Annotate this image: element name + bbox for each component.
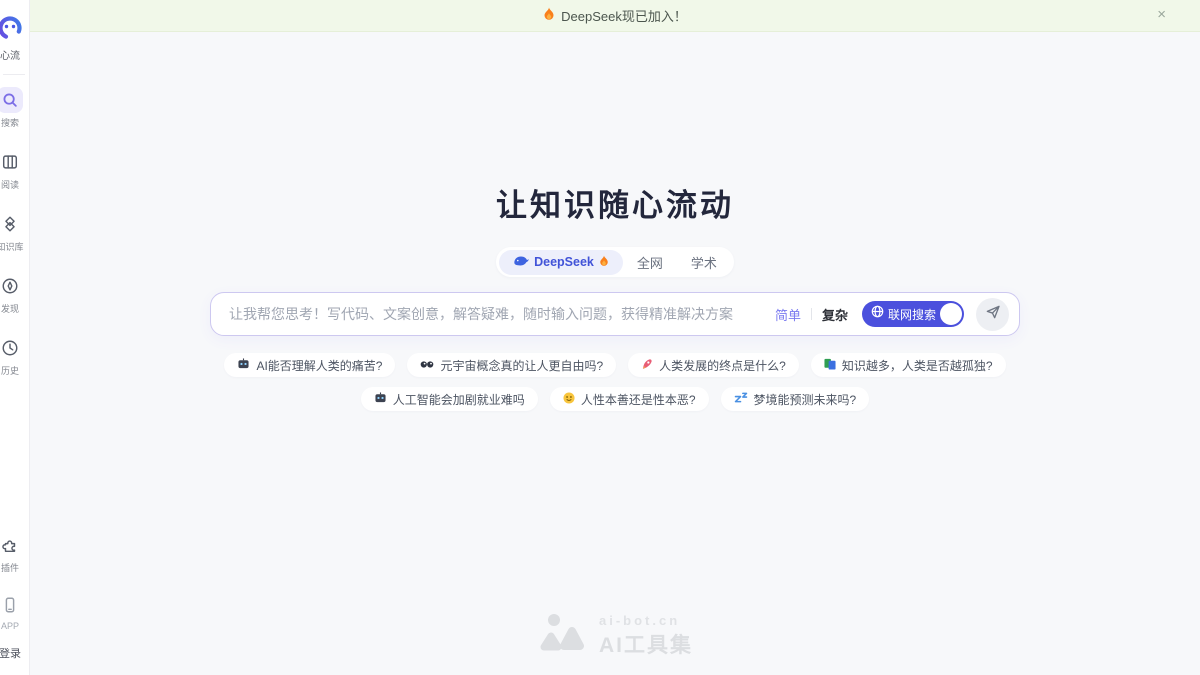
app-logo-label: 心流 — [0, 47, 20, 62]
banner-text: DeepSeek现已加入！ — [561, 6, 687, 25]
login-label: 登录 — [0, 645, 21, 661]
sidebar-item-label: 插件 — [1, 561, 19, 574]
sidebar-login[interactable]: 登录 — [0, 631, 30, 675]
sidebar-item-label: 阅读 — [1, 178, 19, 191]
zzz-icon — [734, 392, 748, 406]
send-button[interactable] — [976, 298, 1009, 331]
face-icon — [563, 392, 575, 407]
tab-label: DeepSeek — [534, 255, 594, 269]
suggestion-chip[interactable]: 人性本善还是性本恶? — [550, 387, 709, 411]
sidebar-item-reader[interactable]: 阅读 — [0, 149, 30, 191]
eyes-icon — [420, 358, 434, 372]
tab-web[interactable]: 全网 — [623, 250, 677, 275]
chip-label: 人工智能会加剧就业难吗 — [393, 391, 525, 408]
sidebar-item-label: 知识库 — [0, 240, 24, 253]
flame-icon — [599, 255, 609, 270]
sidebar-item-label: 搜索 — [1, 116, 19, 129]
search-input[interactable] — [229, 306, 775, 322]
sidebar-item-knowledge-base[interactable]: 知识库 — [0, 211, 30, 253]
tab-label: 学术 — [691, 253, 717, 272]
suggestion-chip[interactable]: AI能否理解人类的痛苦? — [224, 353, 395, 377]
whale-icon — [513, 255, 529, 270]
announcement-banner: DeepSeek现已加入！ × — [30, 0, 1200, 32]
ai-bot-logo-icon — [537, 612, 589, 659]
send-plane-icon — [985, 304, 1001, 325]
search-icon — [0, 87, 23, 113]
app-logo[interactable]: 心流 — [0, 15, 30, 62]
suggestion-chip[interactable]: 人工智能会加剧就业难吗 — [361, 387, 538, 411]
watermark: ai-bot.cn AI工具集 — [30, 612, 1200, 659]
watermark-text: ai-bot.cn AI工具集 — [599, 613, 693, 659]
chip-label: 梦境能预测未来吗? — [754, 391, 857, 408]
compass-icon — [0, 273, 23, 299]
mobile-app-icon — [0, 592, 23, 618]
plugin-puzzle-icon — [0, 532, 23, 558]
flame-icon — [543, 7, 555, 24]
chip-label: 人类发展的终点是什么? — [659, 357, 786, 374]
suggestion-chip[interactable]: 知识越多，人类是否越孤独? — [811, 353, 1006, 377]
chip-label: AI能否理解人类的痛苦? — [256, 357, 382, 374]
tab-academic[interactable]: 学术 — [677, 250, 731, 275]
search-bar: 简单 复杂 联网搜索 — [210, 292, 1020, 336]
books-icon — [824, 358, 836, 373]
knowledge-base-icon — [0, 211, 23, 237]
sidebar-item-label: 历史 — [1, 364, 19, 377]
page-title: 让知识随心流动 — [30, 180, 1200, 225]
chip-label: 知识越多，人类是否越孤独? — [842, 357, 993, 374]
sidebar-item-app[interactable]: APP — [0, 592, 30, 631]
tab-deepseek[interactable]: DeepSeek — [499, 250, 623, 275]
chip-label: 人性本善还是性本恶? — [581, 391, 696, 408]
sidebar: 心流 搜索 阅读 知识库 — [0, 0, 30, 675]
search-scope-tabs: DeepSeek 全网 学术 — [496, 247, 734, 277]
reader-icon — [0, 149, 23, 175]
sidebar-item-label: 发现 — [1, 302, 19, 315]
web-search-toggle[interactable]: 联网搜索 — [862, 301, 964, 327]
toggle-knob — [940, 303, 962, 325]
banner-close-icon[interactable]: × — [1157, 7, 1166, 22]
main-content: 让知识随心流动 DeepSeek 全网 — [30, 32, 1200, 675]
sidebar-item-plugin[interactable]: 插件 — [0, 532, 30, 574]
suggestion-chip[interactable]: 梦境能预测未来吗? — [721, 387, 870, 411]
robot-icon — [374, 392, 387, 406]
mode-divider — [811, 308, 812, 320]
web-search-label: 联网搜索 — [888, 306, 936, 323]
robot-icon — [237, 358, 250, 372]
suggestion-row-2: 人工智能会加剧就业难吗 人性本善还是性本恶? 梦境能预测未来吗? — [30, 387, 1200, 411]
watermark-title: AI工具集 — [599, 629, 693, 659]
tab-label: 全网 — [637, 253, 663, 272]
sidebar-item-history[interactable]: 历史 — [0, 335, 30, 377]
mode-complex-button[interactable]: 复杂 — [822, 305, 848, 324]
suggestion-chip[interactable]: 人类发展的终点是什么? — [628, 353, 799, 377]
sidebar-item-discover[interactable]: 发现 — [0, 273, 30, 315]
globe-icon — [871, 305, 884, 323]
mode-simple-button[interactable]: 简单 — [775, 305, 801, 324]
sidebar-item-search[interactable]: 搜索 — [0, 87, 30, 129]
suggestion-row-1: AI能否理解人类的痛苦? 元宇宙概念真的让人更自由吗? 人类发展的终点是什么? — [30, 353, 1200, 377]
iflow-logo-icon — [0, 15, 23, 46]
history-clock-icon — [0, 335, 23, 361]
suggestion-chip[interactable]: 元宇宙概念真的让人更自由吗? — [407, 353, 616, 377]
watermark-site: ai-bot.cn — [599, 613, 693, 628]
sidebar-item-label: APP — [1, 621, 19, 631]
sidebar-divider — [3, 74, 25, 75]
chip-label: 元宇宙概念真的让人更自由吗? — [440, 357, 603, 374]
rocket-icon — [641, 358, 653, 373]
